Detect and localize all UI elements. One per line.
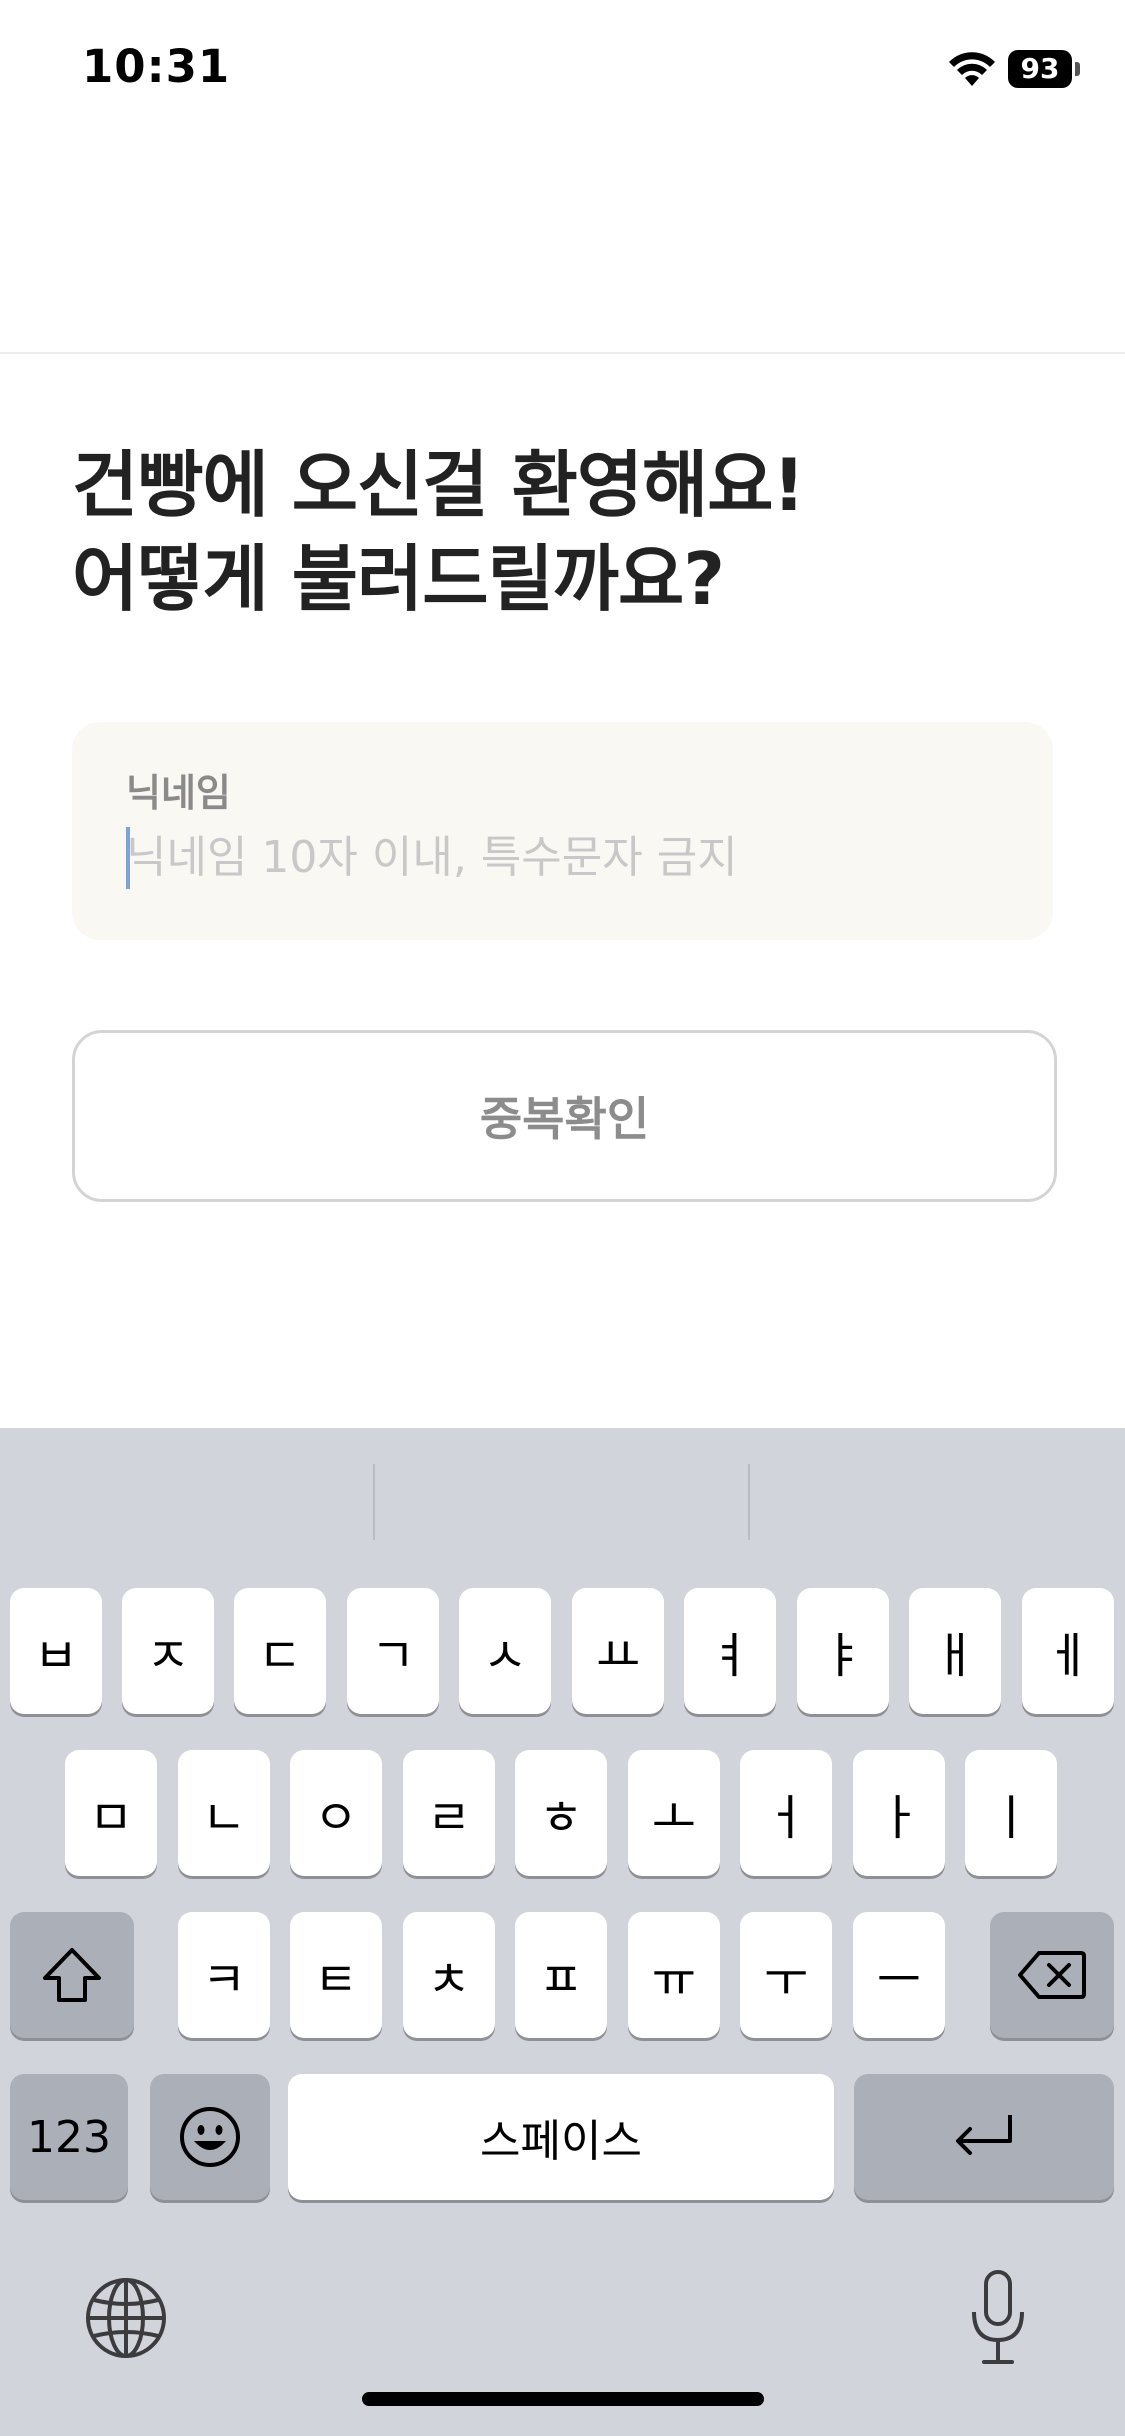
key-row1-4[interactable]: ㄱ [347, 1588, 439, 1714]
key-row3-2[interactable]: ㅌ [290, 1912, 382, 2038]
text-cursor [126, 827, 130, 889]
key-row2-5[interactable]: ㅎ [515, 1750, 607, 1876]
page-title: 건빵에 오신걸 환영해요! 어떻게 불러드릴까요? [72, 438, 1072, 626]
duplicate-check-button[interactable]: 중복확인 [72, 1030, 1057, 1202]
key-row1-7[interactable]: ㅕ [684, 1588, 776, 1714]
nickname-input[interactable] [126, 822, 1006, 892]
battery-cap [1075, 62, 1080, 76]
battery-indicator: 93 [1008, 50, 1080, 88]
key-row1-10[interactable]: ㅔ [1022, 1588, 1114, 1714]
key-row2-2[interactable]: ㄴ [178, 1750, 270, 1876]
key-row1-5[interactable]: ㅅ [459, 1588, 551, 1714]
emoji-key[interactable] [150, 2074, 270, 2200]
key-row3-1[interactable]: ㅋ [178, 1912, 270, 2038]
key-row2-4[interactable]: ㄹ [403, 1750, 495, 1876]
home-indicator [362, 2392, 764, 2406]
title-line-2: 어떻게 불러드릴까요? [72, 537, 725, 621]
title-line-1: 건빵에 오신걸 환영해요! [72, 443, 805, 527]
nickname-label: 닉네임 [126, 771, 231, 815]
key-row2-1[interactable]: ㅁ [65, 1750, 157, 1876]
return-icon [956, 2115, 1012, 2155]
emoji-icon [180, 2107, 240, 2167]
key-row1-8[interactable]: ㅑ [797, 1588, 889, 1714]
key-row3-4[interactable]: ㅍ [515, 1912, 607, 2038]
wifi-icon [949, 52, 995, 86]
suggestion-divider [373, 1464, 375, 1540]
key-row2-6[interactable]: ㅗ [628, 1750, 720, 1876]
status-time: 10:31 [82, 40, 231, 93]
delete-key[interactable] [990, 1912, 1114, 2038]
return-key[interactable] [854, 2074, 1114, 2200]
globe-icon[interactable] [84, 2276, 168, 2360]
key-row2-3[interactable]: ㅇ [290, 1750, 382, 1876]
key-row1-3[interactable]: ㄷ [234, 1588, 326, 1714]
key-row1-9[interactable]: ㅐ [909, 1588, 1001, 1714]
key-row3-3[interactable]: ㅊ [403, 1912, 495, 2038]
battery-level: 93 [1008, 50, 1072, 88]
key-row2-7[interactable]: ㅓ [740, 1750, 832, 1876]
shift-icon [43, 1948, 101, 2002]
nickname-field[interactable]: 닉네임 [72, 722, 1053, 940]
mic-icon[interactable] [966, 2268, 1030, 2368]
delete-icon [1018, 1951, 1086, 1999]
header-divider [0, 352, 1125, 354]
key-row2-9[interactable]: ㅣ [965, 1750, 1057, 1876]
key-row1-1[interactable]: ㅂ [10, 1588, 102, 1714]
numbers-key[interactable]: 123 [10, 2074, 128, 2200]
key-row1-2[interactable]: ㅈ [122, 1588, 214, 1714]
status-bar: 10:31 93 [0, 0, 1125, 140]
key-row3-6[interactable]: ㅜ [740, 1912, 832, 2038]
key-row3-5[interactable]: ㅠ [628, 1912, 720, 2038]
key-row3-7[interactable]: ㅡ [853, 1912, 945, 2038]
suggestion-divider [748, 1464, 750, 1540]
space-key[interactable]: 스페이스 [288, 2074, 834, 2200]
suggestion-bar [0, 1428, 1125, 1558]
key-row2-8[interactable]: ㅏ [853, 1750, 945, 1876]
key-row1-6[interactable]: ㅛ [572, 1588, 664, 1714]
shift-key[interactable] [10, 1912, 134, 2038]
